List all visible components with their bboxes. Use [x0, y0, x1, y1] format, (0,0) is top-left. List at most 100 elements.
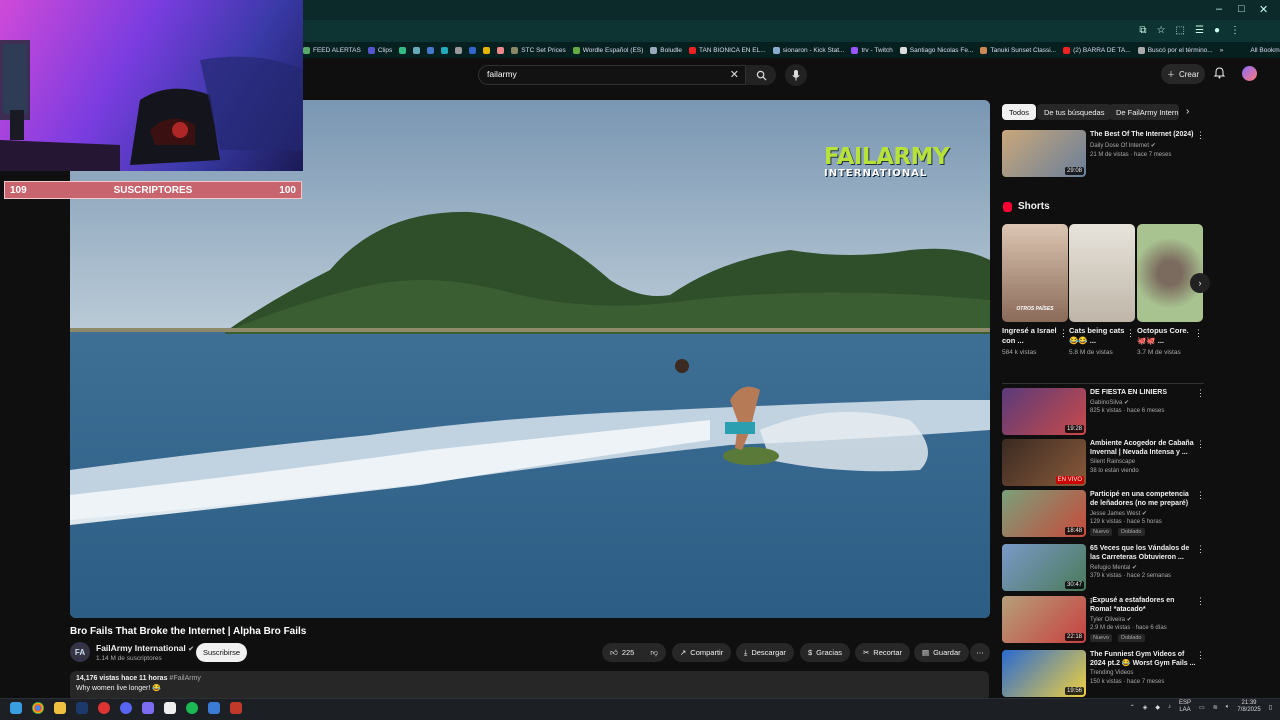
save-button[interactable]: ▤ Guardar [914, 643, 969, 662]
extensions-icon[interactable]: ⬚ [1176, 25, 1185, 36]
chrome-icon[interactable] [32, 702, 44, 714]
bookmark-item[interactable] [455, 46, 463, 54]
hashtag[interactable]: #FailArmy [169, 675, 201, 682]
chips-next-icon[interactable]: › [1186, 106, 1189, 117]
recommendation-title[interactable]: 65 Veces que los Vándalos de las Carrete… [1090, 544, 1196, 562]
top-rec-title[interactable]: The Best Of The Internet (2024) [1090, 130, 1196, 139]
short-title[interactable]: Octopus Core. 🐙🐙 ... [1137, 326, 1195, 346]
bookmark-item[interactable]: sionaron - Kick Stat... [772, 46, 844, 54]
clear-search-icon[interactable]: ✕ [730, 68, 739, 81]
spotify-icon[interactable] [186, 702, 198, 714]
recommendation-item[interactable]: 30:47 65 Veces que los Vándalos de las Ca… [1002, 544, 1212, 592]
all-bookmarks-folder[interactable]: All Bookmarks [1250, 47, 1280, 54]
menu-icon[interactable]: ☰ [1195, 25, 1204, 36]
recommendation-menu-icon[interactable]: ⋮ [1196, 596, 1205, 607]
recommendation-item[interactable]: 19:56 The Funniest Gym Videos of 2024 pt.… [1002, 650, 1212, 698]
top-rec-channel[interactable]: Daily Dose Of Internet ✔ [1090, 142, 1156, 149]
short-title[interactable]: Cats being cats 😂😂 ... [1069, 326, 1127, 346]
share-button[interactable]: ↗ Compartir [672, 643, 732, 662]
recommendation-item[interactable]: 22:18 ¡Expusé a estafadores en Roma! *ata… [1002, 596, 1212, 644]
recommendation-menu-icon[interactable]: ⋮ [1196, 650, 1205, 661]
clock[interactable]: 21:39 7/8/2025 [1237, 700, 1260, 714]
bookmark-item[interactable] [413, 46, 421, 54]
bookmark-item[interactable]: trv - Twitch [851, 46, 893, 54]
recommendation-menu-icon[interactable]: ⋮ [1196, 439, 1205, 450]
subscribe-button[interactable]: Suscribirse [196, 643, 247, 662]
app-icon[interactable] [208, 702, 220, 714]
top-rec-thumbnail[interactable]: 29:08 [1002, 130, 1086, 177]
recommendation-channel[interactable]: Tyler Oliveira ✔ [1090, 616, 1132, 623]
channel-name[interactable]: FailArmy International ✔ [96, 643, 194, 653]
like-button[interactable]: 👍︎ 225 [610, 648, 634, 658]
language-indicator[interactable]: ESP LAA [1179, 700, 1191, 714]
short-menu-icon[interactable]: ⋮ [1194, 328, 1203, 339]
short-menu-icon[interactable]: ⋮ [1126, 328, 1135, 339]
recommendation-thumbnail[interactable]: 19:28 [1002, 388, 1086, 435]
recommendation-thumbnail[interactable]: EN VIVO [1002, 439, 1086, 486]
bookmark-item[interactable] [427, 46, 435, 54]
bookmark-item[interactable] [469, 46, 477, 54]
recommendation-title[interactable]: DE FIESTA EN LINIERS [1090, 388, 1196, 397]
bookmark-item[interactable]: STC Set Prices [511, 46, 566, 54]
short-title[interactable]: Ingresé a Israel con ... [1002, 326, 1060, 346]
profile-icon[interactable]: ● [1214, 25, 1220, 36]
recommendation-item[interactable]: 18:48 Participé en una competencia de leñ… [1002, 490, 1212, 538]
recommendation-thumbnail[interactable]: 18:48 [1002, 490, 1086, 537]
recommendation-channel[interactable]: Refugio Mental ✔ [1090, 564, 1137, 571]
more-actions-button[interactable]: ⋯ [970, 643, 990, 662]
app-icon[interactable] [230, 702, 242, 714]
bookmark-item[interactable]: Clips [367, 46, 392, 54]
channel-avatar[interactable]: FA [70, 642, 90, 662]
recommendation-thumbnail[interactable]: 22:18 [1002, 596, 1086, 643]
star-icon[interactable]: ☆ [1157, 25, 1166, 36]
clip-button[interactable]: ✂ Recortar [855, 643, 911, 662]
short-item[interactable]: Cats being cats 😂😂 ... 5.8 M de vistas ⋮ [1069, 224, 1135, 356]
security-icon[interactable]: ◆ [1155, 704, 1160, 711]
recommendation-title[interactable]: Ambiente Acogedor de Cabaña Invernal | N… [1090, 439, 1196, 457]
search-input[interactable]: failarmy [487, 69, 517, 79]
short-menu-icon[interactable]: ⋮ [1059, 328, 1068, 339]
channel-name-text[interactable]: FailArmy International [96, 643, 186, 653]
search-button[interactable] [746, 65, 776, 85]
recommendation-channel[interactable]: GabinoSilva ✔ [1090, 399, 1129, 406]
notifications-icon[interactable]: ▯ [1269, 704, 1272, 711]
voice-search-button[interactable] [785, 64, 807, 86]
short-thumbnail[interactable] [1069, 224, 1135, 322]
recommendation-menu-icon[interactable]: ⋮ [1196, 544, 1205, 555]
app-icon[interactable] [98, 702, 110, 714]
recommendation-item[interactable]: EN VIVO Ambiente Acogedor de Cabaña Inver… [1002, 439, 1212, 487]
bookmark-item[interactable] [497, 46, 505, 54]
volume-icon[interactable]: 🔈︎ [1226, 704, 1230, 711]
file-explorer-icon[interactable] [54, 702, 66, 714]
recommendation-channel[interactable]: Jesse James West ✔ [1090, 510, 1147, 517]
bookmark-item[interactable]: Santiago Nicolas Fe... [899, 46, 973, 54]
recommendation-channel[interactable]: Silent Rainscape [1090, 459, 1135, 465]
dislike-button[interactable]: 👎︎ [650, 648, 658, 658]
network-icon[interactable]: ◈ [1143, 704, 1148, 711]
chip-from-channel[interactable]: De FailArmy Intern [1109, 104, 1179, 120]
create-button[interactable]: ＋ Crear [1161, 64, 1205, 84]
bookmark-item[interactable]: Wordle Español (ES) [572, 46, 643, 54]
cast-icon[interactable]: ⧉ [1139, 25, 1146, 36]
discord-icon[interactable] [120, 702, 132, 714]
bookmark-item[interactable]: Boludle [650, 46, 682, 54]
kebab-icon[interactable]: ⋮ [1230, 25, 1240, 36]
bookmarks-overflow-icon[interactable]: » [1220, 47, 1224, 54]
bookmark-item[interactable]: TAN BIONICA EN EL... [688, 46, 766, 54]
recommendation-title[interactable]: ¡Expusé a estafadores en Roma! *atacado* [1090, 596, 1196, 614]
recommendation-title[interactable]: Participé en una competencia de leñadore… [1090, 490, 1196, 508]
bookmark-item[interactable] [483, 46, 491, 54]
chip-from-searches[interactable]: De tus búsquedas [1037, 104, 1112, 120]
description-box[interactable]: 14,176 vistas hace 11 horas #FailArmy Wh… [70, 671, 989, 701]
bookmark-item[interactable]: FEED ALERTAS [303, 46, 361, 54]
search-box[interactable]: failarmy ✕ [478, 65, 746, 85]
tray-chevron-icon[interactable]: ⌃ [1130, 704, 1135, 711]
steam-icon[interactable] [76, 702, 88, 714]
wifi-icon[interactable]: ≋ [1213, 704, 1218, 711]
short-thumbnail[interactable]: OTROS PAÍSES [1002, 224, 1068, 322]
bookmark-item[interactable] [441, 46, 449, 54]
recommendation-menu-icon[interactable]: ⋮ [1196, 490, 1205, 501]
start-windows-icon[interactable] [10, 702, 22, 714]
shorts-next-button[interactable]: › [1190, 273, 1210, 293]
recommendation-thumbnail[interactable]: 19:56 [1002, 650, 1086, 697]
